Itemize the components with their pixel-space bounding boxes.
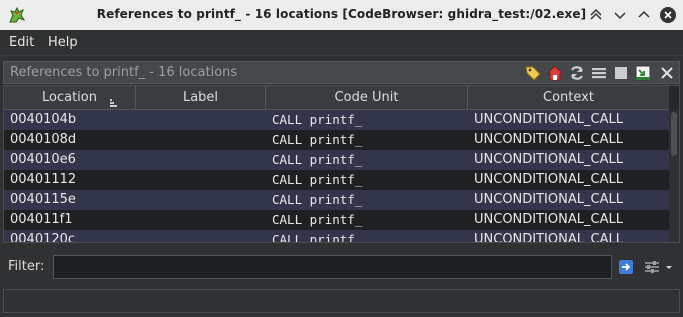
cell-context: UNCONDITIONAL_CALL	[474, 152, 623, 167]
table-row[interactable]: 0040108d CALL printf_ UNCONDITIONAL_CALL	[4, 130, 669, 150]
window-title: References to printf_ - 16 locations [Co…	[96, 7, 587, 21]
filter-label: Filter:	[8, 259, 45, 274]
filter-input[interactable]	[53, 255, 612, 279]
table-row[interactable]: 0040115e CALL printf_ UNCONDITIONAL_CALL	[4, 190, 669, 210]
references-window: References to printf_ - 16 locations [Co…	[0, 0, 683, 317]
navigate-icon[interactable]	[634, 64, 652, 82]
title-bar[interactable]: References to printf_ - 16 locations [Co…	[0, 0, 683, 30]
menu-lines-icon[interactable]	[590, 64, 608, 82]
cell-context: UNCONDITIONAL_CALL	[474, 112, 623, 127]
column-header-code-unit[interactable]: Code Unit	[266, 86, 468, 110]
cell-location: 0040120c	[10, 232, 76, 243]
menu-bar: Edit Help	[0, 30, 683, 56]
filter-options-icon[interactable]	[642, 257, 662, 277]
cell-code-unit: CALL printf_	[272, 152, 363, 167]
cell-location: 0040104b	[10, 112, 77, 127]
keep-above-icon[interactable]	[587, 6, 605, 24]
refresh-icon[interactable]	[568, 64, 586, 82]
close-window-icon[interactable]	[659, 6, 677, 24]
filter-dropdown-icon[interactable]	[664, 257, 674, 277]
column-header-context[interactable]: Context	[468, 86, 669, 110]
cell-code-unit: CALL printf_	[272, 192, 363, 207]
minimize-icon[interactable]	[611, 6, 629, 24]
table-row[interactable]: 004010e6 CALL printf_ UNCONDITIONAL_CALL	[4, 150, 669, 170]
column-header-location[interactable]: Location	[4, 86, 136, 110]
table-row[interactable]: 0040120c CALL printf_ UNCONDITIONAL_CALL	[4, 230, 669, 243]
references-table: Location Label Code Unit Context 0040104…	[3, 85, 680, 243]
menu-edit[interactable]: Edit	[9, 35, 34, 50]
table-row[interactable]: 00401112 CALL printf_ UNCONDITIONAL_CALL	[4, 170, 669, 190]
close-panel-icon[interactable]	[658, 64, 676, 82]
cell-code-unit: CALL printf_	[272, 212, 363, 227]
cell-code-unit: CALL printf_	[272, 172, 363, 187]
status-bar	[3, 289, 680, 313]
table-header: Location Label Code Unit Context	[4, 86, 669, 110]
sort-ascending-icon	[110, 93, 120, 107]
cell-context: UNCONDITIONAL_CALL	[474, 212, 623, 227]
tag-icon[interactable]	[524, 64, 542, 82]
component-title: References to printf_ - 16 locations	[10, 65, 238, 80]
filter-export-icon[interactable]	[616, 257, 636, 277]
filter-bar: Filter:	[0, 250, 683, 284]
home-icon[interactable]	[546, 64, 564, 82]
cell-code-unit: CALL printf_	[272, 132, 363, 147]
column-header-label[interactable]: Label	[136, 86, 266, 110]
cell-location: 0040115e	[10, 192, 76, 207]
cell-location: 00401112	[10, 172, 77, 187]
scrollbar-thumb[interactable]	[671, 112, 677, 156]
menu-help[interactable]: Help	[48, 35, 78, 50]
cell-location: 004010e6	[10, 152, 76, 167]
cell-code-unit: CALL printf_	[272, 112, 363, 127]
maximize-icon[interactable]	[635, 6, 653, 24]
cell-context: UNCONDITIONAL_CALL	[474, 172, 623, 187]
snapshot-icon[interactable]	[612, 64, 630, 82]
cell-code-unit: CALL printf_	[272, 232, 363, 243]
cell-context: UNCONDITIONAL_CALL	[474, 232, 623, 243]
table-row[interactable]: 0040104b CALL printf_ UNCONDITIONAL_CALL	[4, 110, 669, 130]
table-row[interactable]: 004011f1 CALL printf_ UNCONDITIONAL_CALL	[4, 210, 669, 230]
cell-location: 004011f1	[10, 212, 73, 227]
cell-context: UNCONDITIONAL_CALL	[474, 192, 623, 207]
vertical-scrollbar[interactable]	[669, 110, 679, 242]
cell-location: 0040108d	[10, 132, 77, 147]
cell-context: UNCONDITIONAL_CALL	[474, 132, 623, 147]
component-header: References to printf_ - 16 locations	[3, 61, 680, 84]
column-label-location: Location	[42, 90, 97, 105]
